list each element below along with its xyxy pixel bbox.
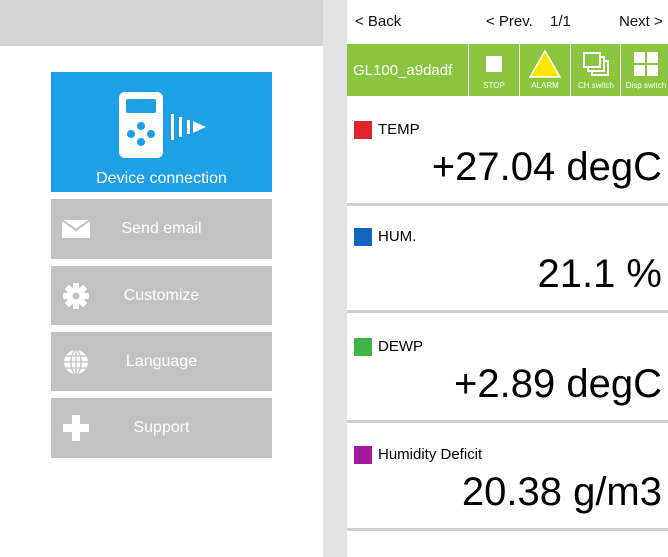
- ch-switch-label: CH switch: [577, 81, 614, 90]
- next-button[interactable]: Next >: [619, 13, 663, 30]
- support-label: Support: [133, 419, 190, 436]
- navigation-bar: < Back < Prev. 1/1 Next >: [347, 0, 668, 44]
- channel-dewp[interactable]: DEWP +2.89 degC: [347, 316, 668, 423]
- language-label: Language: [125, 352, 198, 370]
- device-connection-label: Device connection: [96, 170, 227, 187]
- customize-button[interactable]: Customize: [51, 266, 272, 325]
- channel-value: 20.38 g/m3: [461, 470, 662, 514]
- stop-icon: [485, 50, 503, 78]
- channel-color-swatch: [354, 446, 372, 464]
- back-button[interactable]: < Back: [355, 13, 401, 30]
- disp-switch-button[interactable]: Disp switch: [620, 44, 668, 96]
- device-toolbar: GL100_a9dadf STOP ALARM CH switch Disp s…: [347, 44, 668, 96]
- disp-switch-label: Disp switch: [625, 81, 667, 90]
- channel-color-swatch: [354, 121, 372, 139]
- stop-button[interactable]: STOP: [468, 44, 519, 96]
- top-bar: [0, 0, 323, 46]
- channel-hum[interactable]: HUM. 21.1 %: [347, 206, 668, 313]
- prev-button[interactable]: < Prev.: [486, 13, 533, 30]
- device-name: GL100_a9dadf: [353, 62, 453, 79]
- ch-switch-button[interactable]: CH switch: [570, 44, 621, 96]
- monitor-screen: < Back < Prev. 1/1 Next > GL100_a9dadf S…: [347, 0, 668, 557]
- channel-value: +27.04 degC: [431, 145, 662, 189]
- send-email-label: Send email: [121, 220, 202, 237]
- channel-color-swatch: [354, 338, 372, 356]
- channel-name: TEMP: [378, 121, 420, 138]
- alarm-icon: [529, 50, 561, 78]
- channel-name: DEWP: [378, 338, 423, 355]
- device-connection-button[interactable]: Device connection: [51, 72, 272, 192]
- customize-label: Customize: [123, 286, 200, 304]
- send-email-button[interactable]: Send email: [51, 199, 272, 259]
- plus-icon: [61, 413, 91, 443]
- page-indicator: 1/1: [550, 13, 571, 30]
- alarm-label: ALARM: [531, 81, 559, 90]
- channel-value: +2.89 degC: [454, 362, 662, 406]
- alarm-button[interactable]: ALARM: [519, 44, 570, 96]
- channel-name: Humidity Deficit: [378, 446, 483, 463]
- mail-icon: [61, 214, 91, 244]
- device-logger-icon: [117, 90, 209, 160]
- channel-name: HUM.: [378, 228, 417, 245]
- main-menu-screen: Device connection Send email Customize L…: [0, 0, 323, 557]
- grid-icon: [633, 50, 659, 78]
- channel-value: 21.1 %: [537, 252, 662, 296]
- channel-temp[interactable]: TEMP +27.04 degC: [347, 99, 668, 206]
- stop-label: STOP: [483, 81, 505, 90]
- gear-icon: [61, 281, 91, 311]
- channel-color-swatch: [354, 228, 372, 246]
- channel-humidity-deficit[interactable]: Humidity Deficit 20.38 g/m3: [347, 424, 668, 531]
- ch-switch-icon: [581, 50, 611, 78]
- globe-icon: [61, 347, 91, 377]
- language-button[interactable]: Language: [51, 332, 272, 391]
- support-button[interactable]: Support: [51, 398, 272, 458]
